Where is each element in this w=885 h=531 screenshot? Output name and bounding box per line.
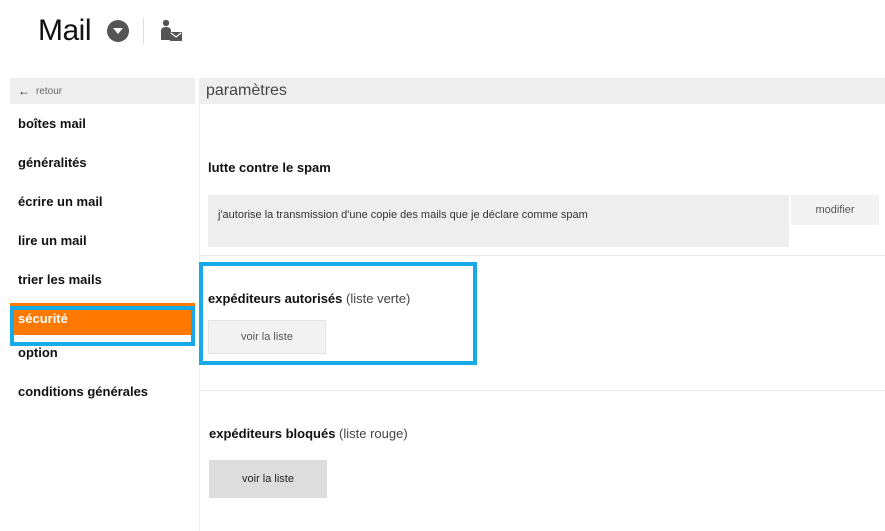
spam-section-title: lutte contre le spam — [208, 160, 331, 175]
whitelist-section-title: expéditeurs autorisés (liste verte) — [208, 291, 410, 306]
sidebar-item-mailboxes[interactable]: boîtes mail — [10, 113, 195, 152]
sidebar-nav: boîtes mail généralités écrire un mail l… — [10, 113, 195, 420]
sidebar-item-terms[interactable]: conditions générales — [10, 381, 195, 420]
blacklist-section-title: expéditeurs bloqués (liste rouge) — [209, 426, 408, 441]
modify-button[interactable]: modifier — [791, 195, 879, 225]
sidebar-item-option[interactable]: option — [10, 342, 195, 381]
sidebar: ← retour boîtes mail généralités écrire … — [10, 78, 195, 420]
blacklist-subtitle: (liste rouge) — [339, 426, 408, 441]
whitelist-view-button[interactable]: voir la liste — [208, 320, 326, 354]
contact-mail-icon[interactable] — [158, 18, 184, 44]
back-label: retour — [36, 85, 63, 97]
whitelist-section: expéditeurs autorisés (liste verte) voir… — [199, 254, 885, 391]
arrow-left-icon: ← — [18, 84, 30, 98]
main-content: paramètres lutte contre le spam j'autori… — [199, 78, 885, 391]
spam-section: lutte contre le spam j'autorise la trans… — [199, 104, 885, 256]
spam-setting-value: j'autorise la transmission d'une copie d… — [208, 195, 789, 247]
chevron-down-circle-icon[interactable] — [107, 20, 130, 42]
page-title: paramètres — [199, 78, 885, 104]
blacklist-view-button[interactable]: voir la liste — [209, 460, 327, 498]
header-divider — [143, 18, 145, 44]
back-link[interactable]: ← retour — [10, 78, 195, 104]
blacklist-title: expéditeurs bloqués — [209, 426, 336, 441]
app-header: Mail — [38, 10, 184, 52]
sidebar-item-compose[interactable]: écrire un mail — [10, 191, 195, 230]
sidebar-item-read[interactable]: lire un mail — [10, 230, 195, 269]
whitelist-title: expéditeurs autorisés — [208, 291, 343, 306]
sidebar-item-general[interactable]: généralités — [10, 152, 195, 191]
app-title: Mail — [38, 14, 92, 47]
sidebar-item-security[interactable]: sécurité — [10, 303, 195, 335]
whitelist-subtitle: (liste verte) — [346, 291, 411, 306]
